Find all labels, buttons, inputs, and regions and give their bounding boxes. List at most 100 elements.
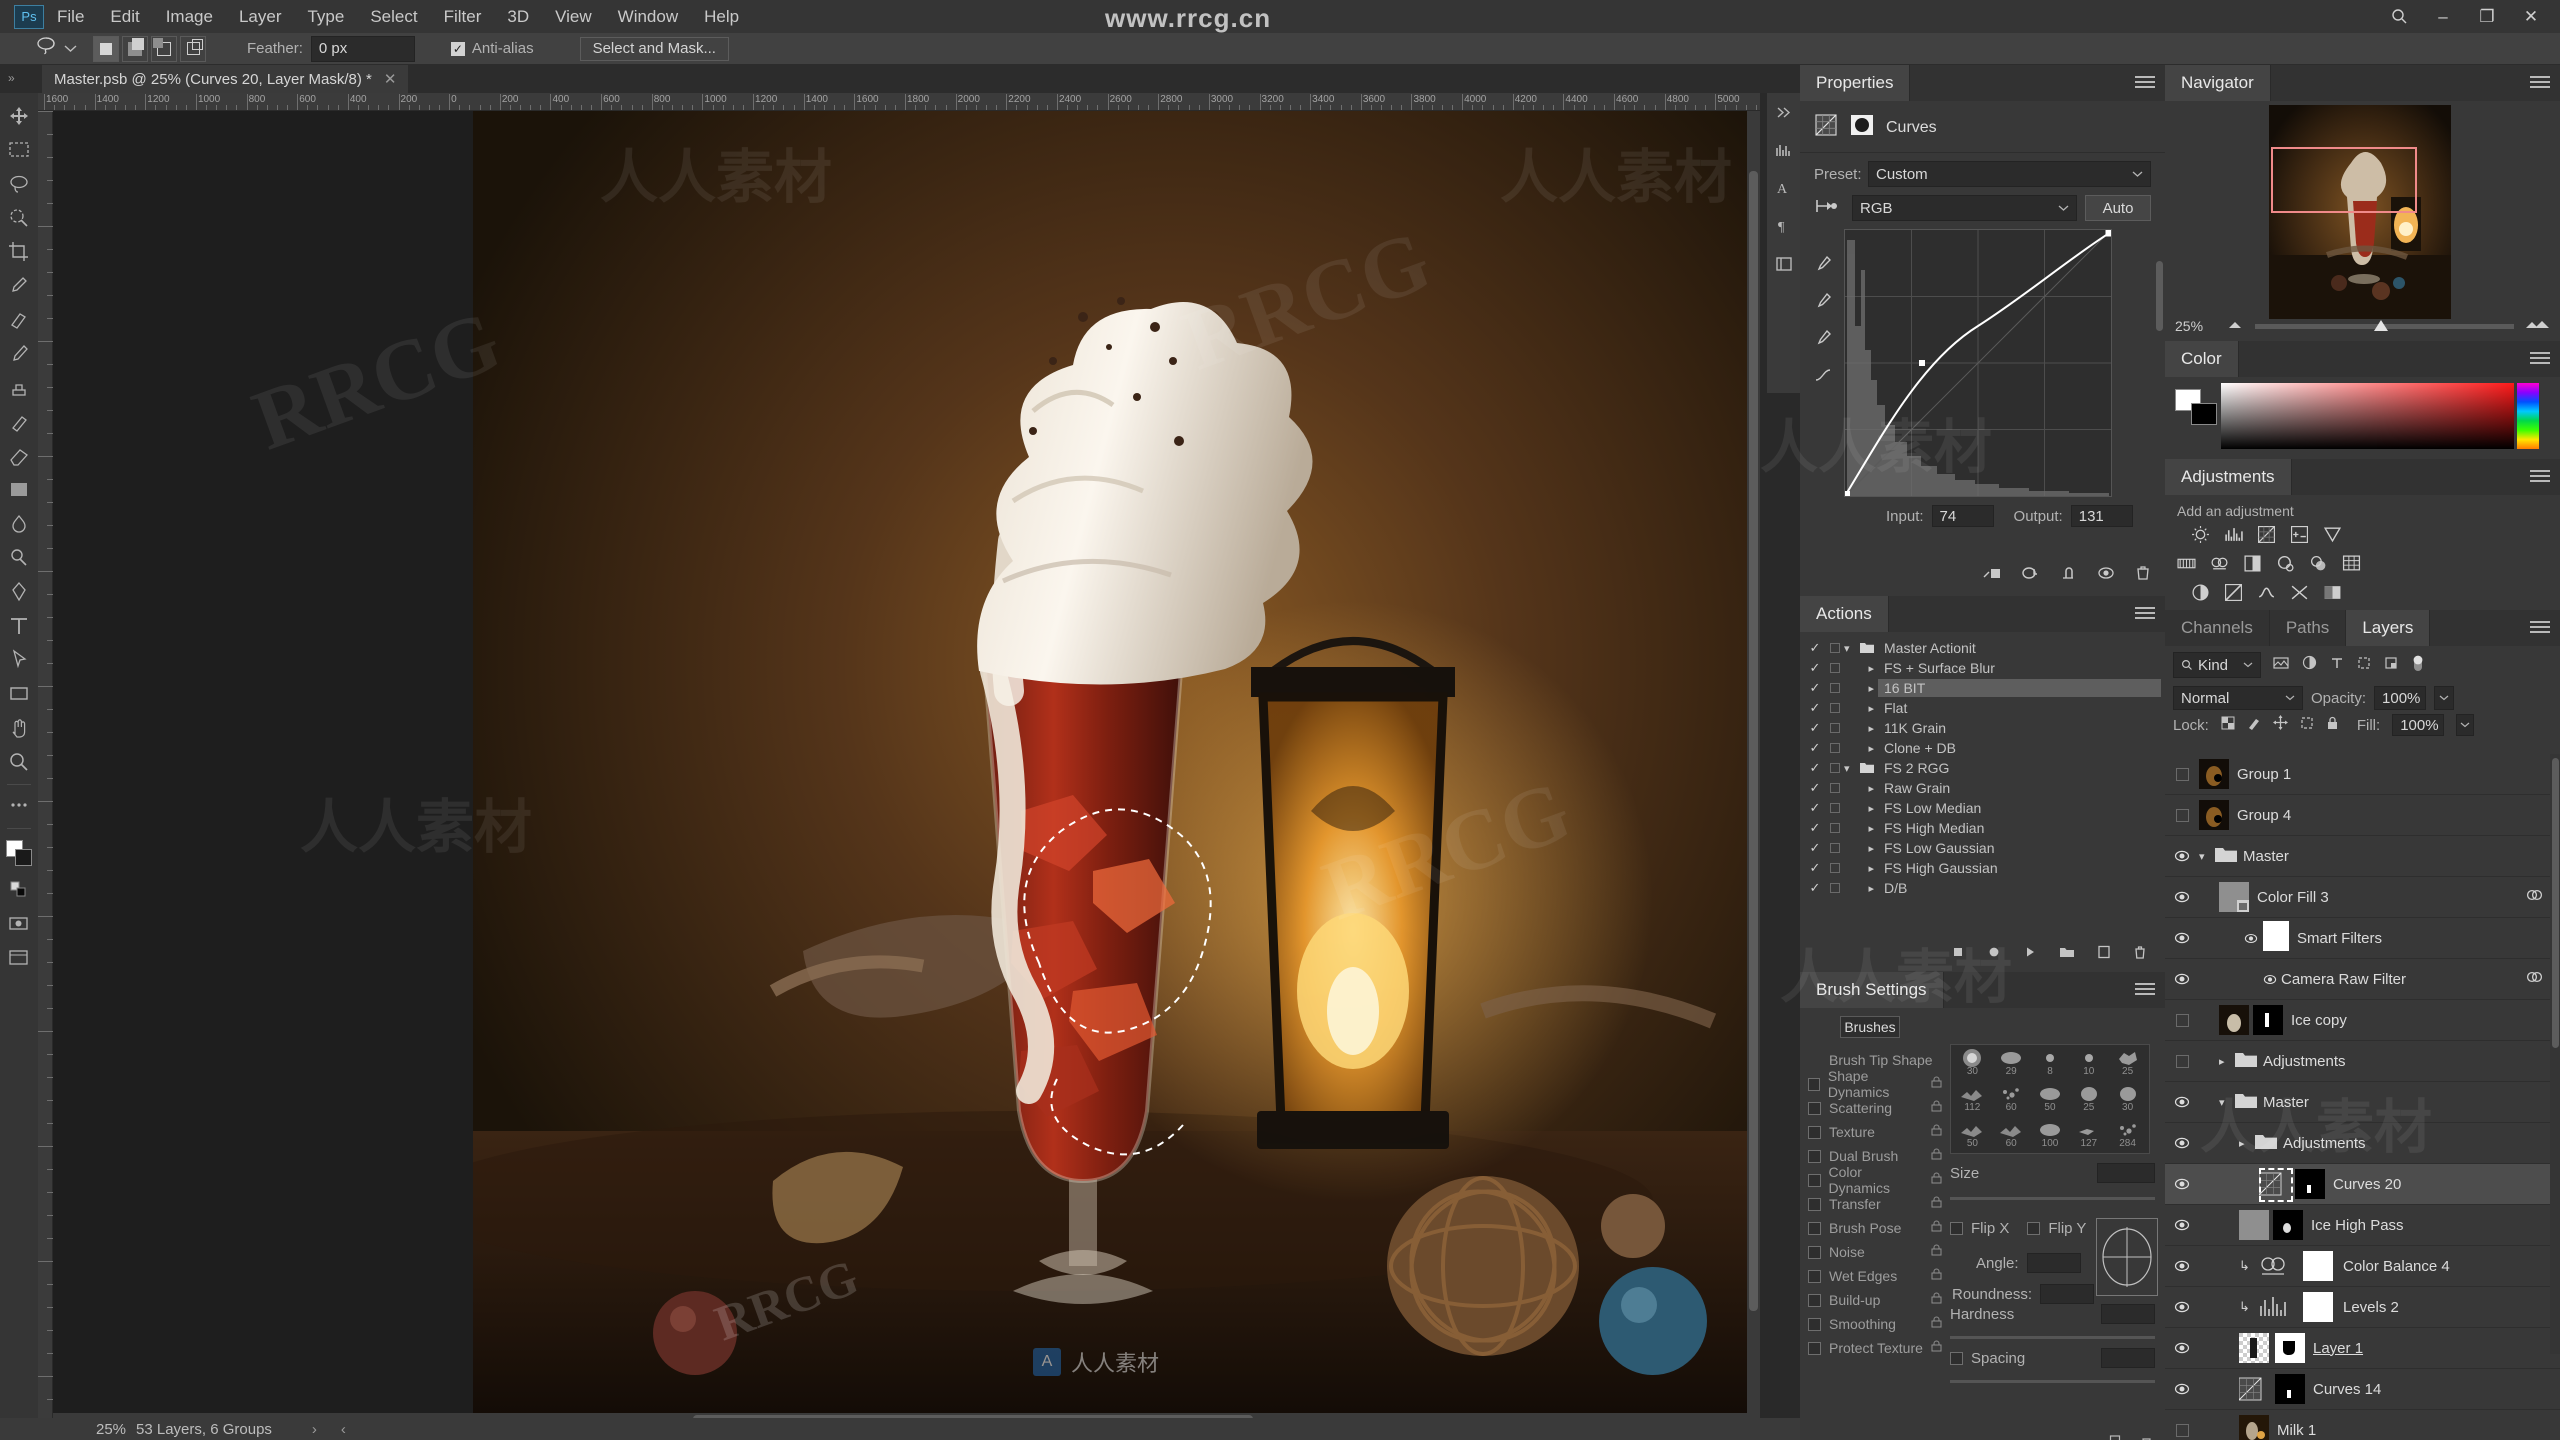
action-dialog-toggle[interactable] (1826, 723, 1844, 733)
layer-visibility-icon[interactable] (2165, 1424, 2199, 1437)
delete-icon[interactable] (2135, 565, 2151, 586)
vibrance-icon[interactable] (2323, 525, 2342, 549)
lock-icon[interactable] (1931, 1267, 1942, 1285)
layer-thumbnail[interactable] (2259, 1169, 2325, 1199)
actions-list[interactable]: ✓▾Master Actionit✓▸FS + Surface Blur✓▸16… (1800, 638, 2165, 898)
foreground-background-colors[interactable] (0, 833, 38, 873)
action-row[interactable]: ✓▸FS High Gaussian (1804, 858, 2161, 878)
reset-icon[interactable] (2059, 565, 2077, 586)
layer-name[interactable]: Ice High Pass (2311, 1217, 2404, 1234)
status-expand-icon[interactable]: › (312, 1421, 317, 1438)
canvas-vertical-scrollbar[interactable] (1747, 111, 1760, 1426)
pixel-filter-icon[interactable] (2273, 656, 2289, 675)
expand-arrow-icon[interactable]: ▾ (2219, 1096, 2235, 1109)
channel-select[interactable]: RGB (1852, 195, 2077, 221)
action-check-icon[interactable]: ✓ (1804, 640, 1826, 656)
brush-panel-menu-icon[interactable] (2135, 983, 2155, 997)
layer-row[interactable]: Group 1 (2165, 754, 2560, 795)
filter-toggle-switch[interactable] (2411, 653, 2425, 678)
lock-image-icon[interactable] (2247, 716, 2261, 735)
zoom-in-icon[interactable] (2524, 317, 2550, 335)
lasso-icon[interactable] (34, 34, 58, 63)
layer-visibility-icon[interactable] (2165, 932, 2199, 944)
layer-thumbnail[interactable] (2219, 1005, 2283, 1035)
layer-thumbnail[interactable] (2199, 800, 2229, 830)
expand-arrow-icon[interactable]: ▸ (1844, 842, 1878, 855)
selection-subtract-button[interactable] (151, 36, 177, 62)
action-check-icon[interactable]: ✓ (1804, 680, 1826, 696)
shape-filter-icon[interactable] (2357, 656, 2371, 675)
properties-panel-menu-icon[interactable] (2135, 76, 2155, 90)
feather-input[interactable]: 0 px (311, 36, 415, 62)
layer-row[interactable]: ▾Master (2165, 1082, 2560, 1123)
brush-option-row[interactable]: Noise (1808, 1240, 1948, 1264)
layer-row[interactable]: Smart Filters (2165, 918, 2560, 959)
tab-channels[interactable]: Channels (2165, 610, 2270, 646)
dodge-tool[interactable] (0, 541, 38, 575)
layer-thumbnail[interactable] (2239, 1210, 2303, 1240)
view-previous-state-icon[interactable] (2021, 565, 2039, 586)
layer-filter-kind[interactable]: Kind (2173, 652, 2261, 678)
tab-brush-settings[interactable]: Brush Settings (1800, 972, 1944, 1008)
layer-thumbnail[interactable] (2257, 1251, 2335, 1281)
new-brush-icon[interactable] (2109, 1435, 2122, 1440)
lock-icon[interactable] (1931, 1291, 1942, 1309)
brush-option-row[interactable]: Texture (1808, 1120, 1948, 1144)
zoom-tool[interactable] (0, 745, 38, 779)
action-row[interactable]: ✓▸Flat (1804, 698, 2161, 718)
action-check-icon[interactable]: ✓ (1804, 860, 1826, 876)
menu-image[interactable]: Image (153, 0, 226, 33)
default-colors-icon[interactable] (0, 873, 38, 907)
history-brush-tool[interactable] (0, 405, 38, 439)
action-dialog-toggle[interactable] (1826, 663, 1844, 673)
actions-panel-menu-icon[interactable] (2135, 607, 2155, 621)
brush-option-checkbox[interactable] (1808, 1342, 1821, 1355)
expand-arrow-icon[interactable]: ▸ (1844, 702, 1878, 715)
layer-thumbnail[interactable] (2199, 759, 2229, 789)
levels-icon[interactable] (2224, 525, 2243, 549)
eyedropper-black-icon[interactable] (1814, 255, 1844, 278)
move-tool[interactable] (0, 99, 38, 133)
brush-option-checkbox[interactable] (1808, 1222, 1821, 1235)
angle-field[interactable] (2027, 1253, 2081, 1273)
color-panel-menu-icon[interactable] (2530, 352, 2550, 366)
layer-thumbnail[interactable] (2219, 882, 2249, 912)
layer-thumbnail[interactable] (2257, 1292, 2335, 1322)
input-value-field[interactable]: 74 (1932, 505, 1994, 527)
brushes-button[interactable]: Brushes (1840, 1016, 1900, 1038)
flip-x-checkbox[interactable] (1950, 1222, 1963, 1235)
action-check-icon[interactable]: ✓ (1804, 740, 1826, 756)
navigator-preview[interactable] (2269, 105, 2451, 319)
smooth-curve-icon[interactable] (1814, 366, 1844, 389)
action-dialog-toggle[interactable] (1826, 743, 1844, 753)
lock-position-icon[interactable] (2273, 715, 2288, 735)
menu-window[interactable]: Window (605, 0, 691, 33)
status-zoom[interactable]: 25% (0, 1421, 100, 1438)
minimize-button[interactable]: – (2422, 2, 2464, 32)
action-row[interactable]: ✓▸16 BIT (1804, 678, 2161, 698)
layer-thumbnail[interactable] (2239, 1415, 2269, 1440)
action-row[interactable]: ✓▸D/B (1804, 878, 2161, 898)
quick-mask-icon[interactable] (0, 907, 38, 941)
lock-icon[interactable] (1931, 1147, 1942, 1165)
expand-arrow-icon[interactable]: ▾ (1844, 762, 1860, 775)
photo-filter-icon[interactable] (2276, 554, 2295, 578)
tab-navigator[interactable]: Navigator (2165, 65, 2271, 101)
lock-icon[interactable] (1931, 1195, 1942, 1213)
expand-arrow-icon[interactable]: ▸ (2219, 1055, 2235, 1068)
layer-visibility-icon[interactable] (2165, 809, 2199, 822)
record-icon[interactable] (1987, 945, 2001, 964)
brush-preset[interactable]: 60 (1992, 1083, 2031, 1119)
screen-mode-icon[interactable] (0, 941, 38, 975)
black-white-icon[interactable] (2243, 554, 2262, 578)
action-check-icon[interactable]: ✓ (1804, 700, 1826, 716)
character-panel-icon[interactable]: A (1767, 169, 1800, 207)
path-selection-tool[interactable] (0, 643, 38, 677)
menu-layer[interactable]: Layer (226, 0, 295, 33)
menu-select[interactable]: Select (357, 0, 430, 33)
layer-row[interactable]: Curves 14 (2165, 1369, 2560, 1410)
clone-stamp-tool[interactable] (0, 371, 38, 405)
brush-option-checkbox[interactable] (1808, 1078, 1820, 1091)
brush-size-slider[interactable] (1950, 1197, 2155, 1200)
lasso-tool[interactable] (0, 167, 38, 201)
